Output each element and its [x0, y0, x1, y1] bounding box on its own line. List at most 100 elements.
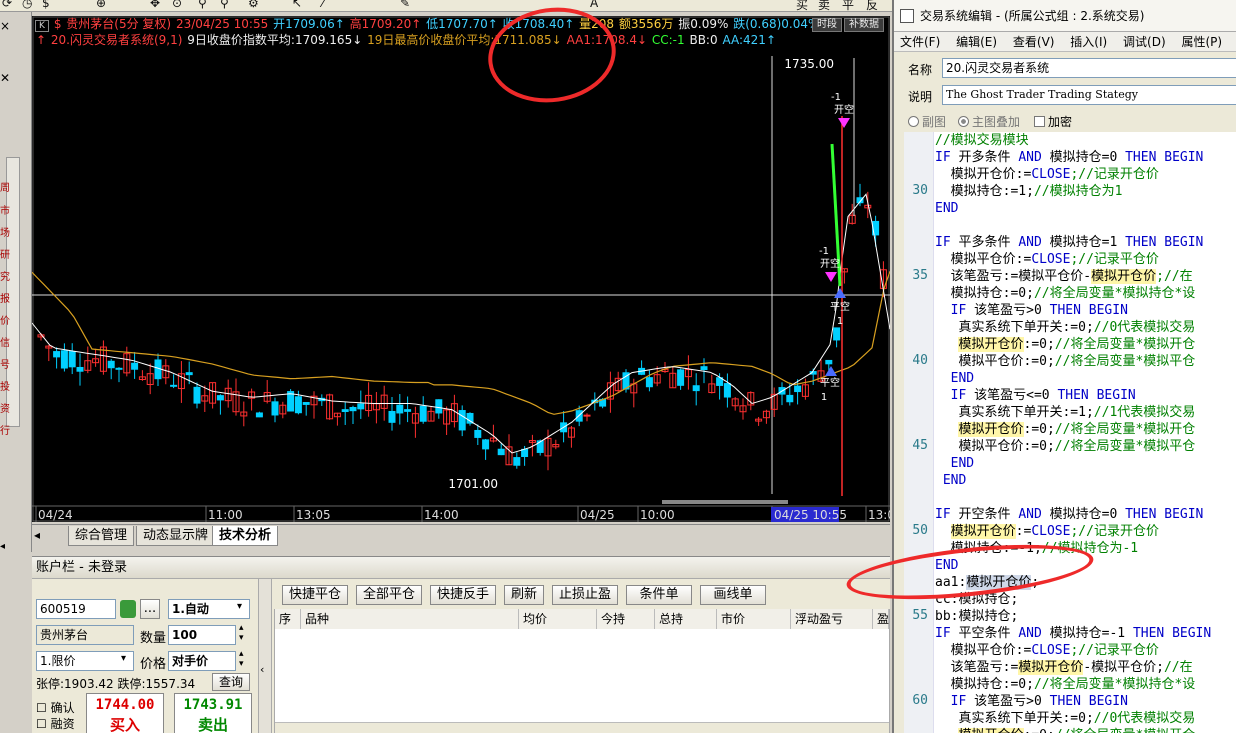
- code-line[interactable]: 真实系统下单开关:=0;//0代表模拟交易: [935, 710, 1195, 727]
- sidebar-close-icon[interactable]: ×: [0, 20, 12, 32]
- code-line[interactable]: 模拟开仓价:=0;//将全局变量*模拟开仓: [935, 336, 1195, 353]
- menu-help[interactable]: 帮助: [1232, 32, 1236, 51]
- query-button[interactable]: 查询: [212, 673, 250, 691]
- code-line[interactable]: IF 开多条件 AND 模拟持仓=0 THEN BEGIN: [935, 149, 1203, 166]
- chevron-down-icon[interactable]: ▾: [237, 601, 242, 612]
- text-icon[interactable]: A: [590, 0, 598, 10]
- code-line[interactable]: 模拟平仓价:=0;//将全局变量*模拟平仓: [935, 438, 1195, 455]
- lock-icon[interactable]: [120, 600, 136, 618]
- code-line[interactable]: 模拟开仓价:=CLOSE;//记录开仓价: [935, 166, 1159, 183]
- confirm-checkbox[interactable]: ☐ 确认: [36, 699, 75, 716]
- sidebar-arrow-icon[interactable]: ✕: [0, 72, 12, 84]
- zoom-icon[interactable]: ⊙: [172, 0, 182, 10]
- tab-scroll-left-icon[interactable]: ◂: [34, 528, 40, 542]
- sidebar-collapse-icon[interactable]: ◂: [0, 542, 12, 552]
- menu-properties[interactable]: 属性(P): [1175, 32, 1228, 51]
- sell-button[interactable]: 1743.91 卖出: [174, 693, 252, 733]
- quick-close-button[interactable]: 快捷平仓: [282, 585, 348, 605]
- tab-technical-analysis[interactable]: 技术分析: [212, 526, 279, 546]
- menu-debug[interactable]: 调试(D): [1117, 32, 1172, 51]
- code-line[interactable]: END: [935, 200, 958, 217]
- clock-icon[interactable]: ◷: [22, 0, 32, 10]
- code-line[interactable]: //模拟交易模块: [935, 132, 1029, 149]
- move-icon[interactable]: ✥: [150, 0, 160, 10]
- quantity-input[interactable]: 100: [168, 625, 236, 645]
- price-input[interactable]: 对手价: [168, 651, 236, 671]
- code-line[interactable]: 模拟持仓:=0;//将全局变量*模拟持仓*设: [935, 285, 1196, 302]
- search-icon[interactable]: ⚲: [198, 0, 207, 10]
- code-line[interactable]: 模拟持仓:=1;//模拟持仓为1: [935, 183, 1123, 200]
- tab-dynamic-board[interactable]: 动态显示牌: [136, 526, 216, 546]
- panel-splitter[interactable]: ‹: [258, 579, 272, 733]
- code-line[interactable]: IF 该笔盈亏>0 THEN BEGIN: [935, 302, 1128, 319]
- period-button[interactable]: 时段: [812, 18, 842, 32]
- menu-edit[interactable]: 编辑(E): [950, 32, 1003, 51]
- radio-sub-chart[interactable]: 副图: [908, 113, 946, 130]
- refresh-icon[interactable]: ⟳: [2, 0, 12, 10]
- code-line[interactable]: IF 该笔盈亏<=0 THEN BEGIN: [935, 387, 1136, 404]
- toolbar-buy-button[interactable]: 买: [796, 0, 808, 11]
- code-line[interactable]: IF 平空条件 AND 模拟持仓=-1 THEN BEGIN: [935, 625, 1211, 642]
- short-signal-triangle: [825, 272, 837, 282]
- code-line[interactable]: IF 平多条件 AND 模拟持仓=1 THEN BEGIN: [935, 234, 1203, 251]
- cursor-icon[interactable]: ↖: [292, 0, 302, 10]
- toolbar-sell-button[interactable]: 卖: [818, 0, 830, 11]
- tools-icon[interactable]: ⊕: [96, 0, 106, 10]
- kline-chart[interactable]: 1735.00 1701.00 -1 开空 -1 开空 平空 1 平空 1 04/24 11:00 13…: [32, 16, 890, 522]
- quantity-stepper[interactable]: ▴ ▾: [239, 623, 244, 643]
- line-order-button[interactable]: 画线单: [700, 585, 766, 605]
- code-editor[interactable]: 30 35 40 45 50 55 60 //模拟交易模块 IF 开多条件 AND 模拟持仓=…: [904, 132, 1236, 733]
- code-line[interactable]: 真实系统下单开关:=0;//0代表模拟交易: [935, 319, 1195, 336]
- toolbar-close-button[interactable]: 平: [842, 0, 854, 11]
- buy-button[interactable]: 1744.00 买入: [86, 693, 164, 733]
- code-line[interactable]: 模拟开仓价:=0;//将全局变量*模拟开仓: [935, 727, 1195, 733]
- chevron-down-icon[interactable]: ▾: [121, 653, 126, 664]
- margin-checkbox[interactable]: ☐ 融资: [36, 715, 75, 732]
- code-line[interactable]: 该笔盈亏:=模拟开仓价-模拟平仓价;//在: [935, 659, 1193, 676]
- dollar-icon[interactable]: $: [42, 0, 50, 10]
- code-line[interactable]: bb:模拟持仓;: [935, 608, 1018, 625]
- pen-icon[interactable]: ✎: [400, 0, 410, 10]
- menu-view[interactable]: 查看(V): [1007, 32, 1061, 51]
- price-stepper[interactable]: ▴ ▾: [239, 649, 244, 669]
- toolbar-reverse-button[interactable]: 反: [866, 0, 878, 11]
- code-line[interactable]: 该笔盈亏:=模拟平仓价-模拟开仓价;//在: [935, 268, 1193, 285]
- radio-main-overlay[interactable]: 主图叠加: [958, 113, 1020, 130]
- code-line[interactable]: 模拟持仓:=0;//将全局变量*模拟持仓*设: [935, 676, 1196, 693]
- code-line[interactable]: END: [935, 472, 966, 489]
- menu-insert[interactable]: 插入(I): [1064, 32, 1113, 51]
- price-type-select[interactable]: 1.限价: [36, 651, 134, 671]
- stock-code-input[interactable]: 600519: [36, 599, 116, 619]
- search2-icon[interactable]: ⚲: [220, 0, 229, 10]
- settings-icon[interactable]: ⚙: [248, 0, 259, 10]
- chart-canvas[interactable]: 1735.001701.00-1开空-1开空平空1平空104/24 11:00 13…: [32, 16, 890, 522]
- menu-file[interactable]: 文件(F): [894, 32, 946, 51]
- quick-reverse-button[interactable]: 快捷反手: [430, 585, 496, 605]
- table-hscrollbar[interactable]: [275, 722, 889, 733]
- code-text-area[interactable]: //模拟交易模块 IF 开多条件 AND 模拟持仓=0 THEN BEGIN 模拟…: [935, 132, 1236, 733]
- code-line[interactable]: END: [935, 370, 974, 387]
- fill-data-button[interactable]: 补数据: [844, 18, 884, 32]
- close-all-button[interactable]: 全部平仓: [356, 585, 422, 605]
- refresh-button[interactable]: 刷新: [504, 585, 544, 605]
- browse-button[interactable]: ...: [140, 599, 160, 619]
- formula-description-input[interactable]: The Ghost Trader Trading Stategy: [942, 85, 1236, 105]
- draw-icon[interactable]: ⁄: [322, 0, 324, 10]
- formula-name-input[interactable]: 20.闪灵交易者系统: [942, 58, 1236, 78]
- code-line[interactable]: END: [935, 455, 974, 472]
- conditional-order-button[interactable]: 条件单: [626, 585, 692, 605]
- code-line[interactable]: 真实系统下单开关:=1;//1代表模拟交易: [935, 404, 1195, 421]
- tab-overview[interactable]: 综合管理: [68, 526, 135, 546]
- code-line[interactable]: 模拟平仓价:=0;//将全局变量*模拟平仓: [935, 353, 1195, 370]
- code-line[interactable]: IF 该笔盈亏>0 THEN BEGIN: [935, 693, 1128, 710]
- code-line[interactable]: 模拟平仓价:=CLOSE;//记录平仓价: [935, 251, 1159, 268]
- code-line[interactable]: 模拟开仓价:=0;//将全局变量*模拟开仓: [935, 421, 1195, 438]
- code-line[interactable]: IF 开空条件 AND 模拟持仓=0 THEN BEGIN: [935, 506, 1203, 523]
- encrypt-checkbox[interactable]: 加密: [1034, 113, 1072, 130]
- stop-loss-button[interactable]: 止损止盈: [552, 585, 618, 605]
- k-icon[interactable]: K: [35, 20, 49, 32]
- code-token: 该笔盈亏<=0: [966, 388, 1058, 403]
- code-line[interactable]: 模拟开仓价:=CLOSE;//记录开仓价: [935, 523, 1159, 540]
- code-line[interactable]: 模拟平仓价:=CLOSE;//记录平仓价: [935, 642, 1159, 659]
- chevron-left-icon[interactable]: ‹: [260, 663, 264, 676]
